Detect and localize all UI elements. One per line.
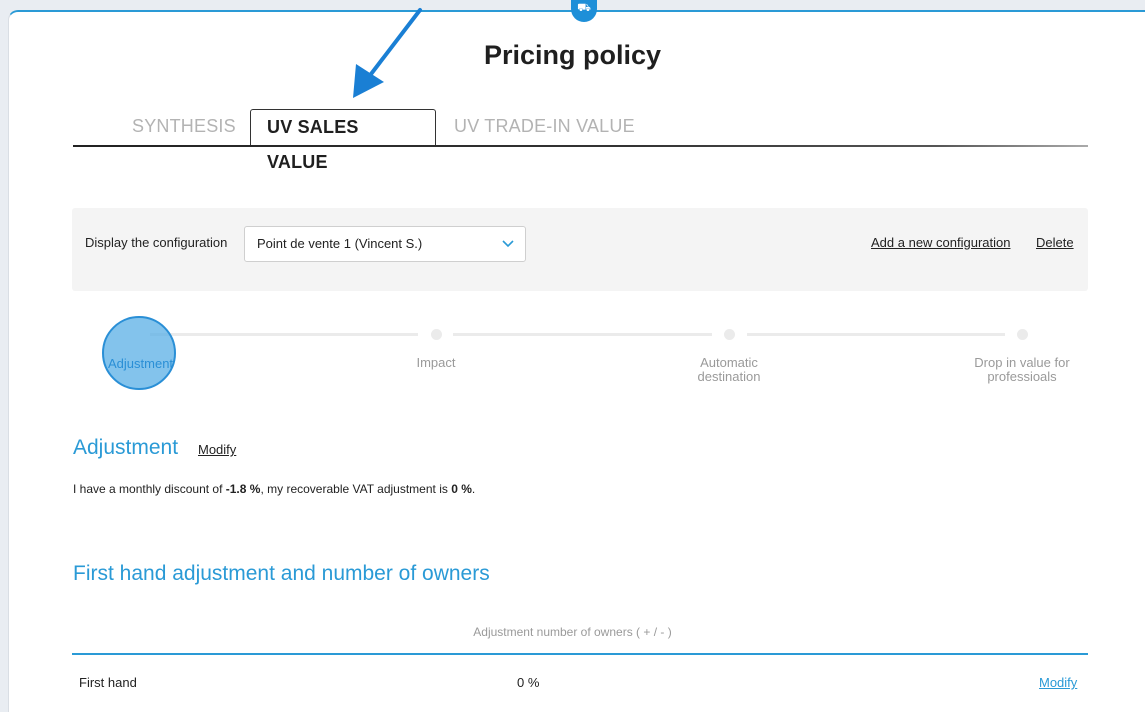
step-label-line: Drop in value for xyxy=(974,355,1070,370)
delete-configuration-link[interactable]: Delete xyxy=(1036,235,1074,250)
desc-text: I have a monthly discount of xyxy=(73,482,226,496)
step-label-line: professioals xyxy=(987,369,1057,384)
step-label-impact[interactable]: Impact xyxy=(396,356,476,370)
vat-adjustment-value: 0 % xyxy=(451,482,472,496)
configuration-select-value: Point de vente 1 (Vincent S.) xyxy=(257,236,423,251)
adjustment-modify-link[interactable]: Modify xyxy=(198,442,236,457)
owners-row-value: 0 % xyxy=(517,675,540,690)
desc-text: , my recoverable VAT adjustment is xyxy=(260,482,452,496)
adjustment-heading: Adjustment xyxy=(73,436,179,459)
stepper-connector xyxy=(747,333,1005,336)
step-dot-drop-in-value xyxy=(1017,329,1028,340)
owners-column-header: Adjustment number of owners ( + / - ) xyxy=(473,625,672,639)
desc-text: . xyxy=(471,482,476,496)
adjustment-description: I have a monthly discount of -1.8 %, my … xyxy=(73,482,475,496)
step-adjustment-active[interactable] xyxy=(102,316,176,390)
step-label-line: destination xyxy=(697,369,761,384)
owners-row-label: First hand xyxy=(79,675,137,690)
table-divider xyxy=(72,653,1088,655)
configuration-select[interactable]: Point de vente 1 (Vincent S.) xyxy=(244,226,526,262)
annotation-arrow xyxy=(353,8,422,98)
step-dot-impact xyxy=(431,329,442,340)
step-label-drop-in-value[interactable]: Drop in value for professioals xyxy=(952,356,1092,384)
config-label: Display the configuration xyxy=(85,235,228,250)
stepper-connector xyxy=(150,333,418,336)
owners-heading: First hand adjustment and number of owne… xyxy=(73,562,490,585)
configuration-bar: Display the configuration Point de vente… xyxy=(72,208,1088,291)
step-label-line: Automatic xyxy=(700,355,758,370)
step-dot-automatic-destination xyxy=(724,329,735,340)
add-configuration-link[interactable]: Add a new configuration xyxy=(871,235,1010,250)
chevron-down-icon xyxy=(502,240,514,248)
tab-underline xyxy=(73,145,1088,147)
monthly-discount-value: -1.8 % xyxy=(225,482,261,496)
step-label-adjustment[interactable]: Adjustment xyxy=(108,356,173,371)
owners-row-modify-link[interactable]: Modify xyxy=(1039,675,1077,690)
step-label-automatic-destination[interactable]: Automatic destination xyxy=(669,356,789,384)
stepper-connector xyxy=(453,333,712,336)
